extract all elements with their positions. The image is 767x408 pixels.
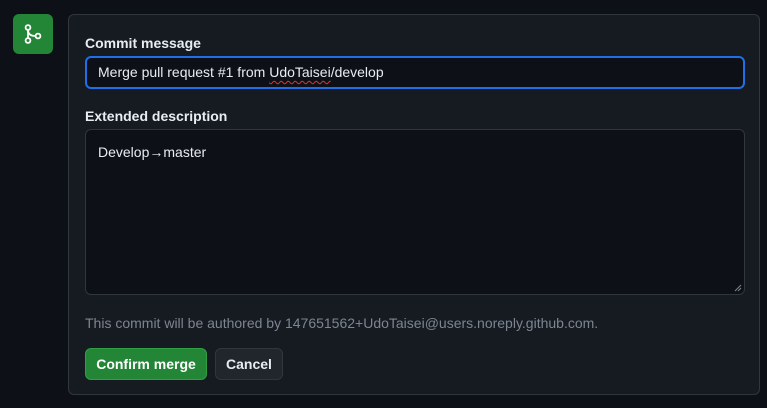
commit-message-input[interactable]: Merge pull request #1 from UdoTaisei/dev… xyxy=(85,56,745,89)
commit-message-prefix: Merge pull request #1 from xyxy=(98,64,270,80)
merge-form-panel: Commit message Merge pull request #1 fro… xyxy=(68,14,760,395)
git-merge-icon xyxy=(13,14,53,54)
cancel-button[interactable]: Cancel xyxy=(215,348,283,380)
extended-description-value: Develop→master xyxy=(98,144,207,160)
commit-message-label: Commit message xyxy=(85,35,201,51)
resize-handle-icon[interactable] xyxy=(734,284,742,292)
confirm-merge-button[interactable]: Confirm merge xyxy=(85,348,207,380)
git-merge-icon-glyph xyxy=(24,24,42,44)
author-note: This commit will be authored by 14765156… xyxy=(85,315,599,331)
commit-message-suffix: /develop xyxy=(330,64,384,80)
extended-description-label: Extended description xyxy=(85,108,228,124)
extended-description-textarea[interactable]: Develop→master xyxy=(85,129,745,295)
commit-message-misspelled-word: UdoTaisei xyxy=(269,64,331,80)
